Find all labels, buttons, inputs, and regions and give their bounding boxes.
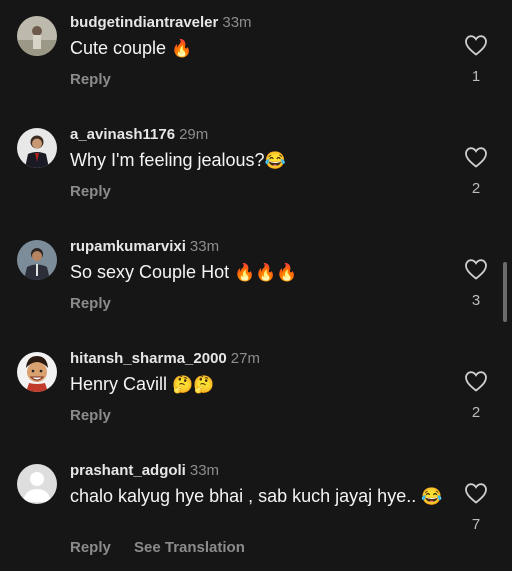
emoji: 🔥: [171, 39, 193, 58]
heart-outline-icon[interactable]: [464, 258, 488, 280]
like-count: 7: [471, 516, 481, 533]
username[interactable]: hitansh_sharma_2000 27m: [70, 350, 260, 367]
reply-button[interactable]: Reply: [70, 295, 111, 312]
timestamp: 27m: [230, 350, 260, 367]
avatar[interactable]: [17, 240, 57, 280]
comment-text: Why I'm feeling jealous?😂: [70, 150, 286, 170]
reply-button[interactable]: Reply: [70, 71, 111, 88]
comment-text: Henry Cavill 🤔🤔: [70, 374, 215, 394]
heart-outline-icon[interactable]: [464, 146, 488, 168]
reply-button[interactable]: Reply: [70, 539, 111, 556]
like-control[interactable]: 3: [462, 258, 490, 309]
avatar[interactable]: [17, 464, 57, 504]
avatar[interactable]: [17, 352, 57, 392]
reply-button[interactable]: Reply: [70, 407, 111, 424]
comment-text: chalo kalyug hye bhai , sab kuch jayaj h…: [70, 486, 443, 506]
heart-outline-icon[interactable]: [464, 370, 488, 392]
see-translation-button[interactable]: See Translation: [134, 539, 245, 556]
emoji: 🤔🤔: [172, 375, 215, 394]
emoji: 🔥🔥🔥: [234, 263, 298, 282]
username[interactable]: rupamkumarvixi 33m: [70, 238, 219, 255]
username[interactable]: budgetindiantraveler 33m: [70, 14, 252, 31]
avatar[interactable]: [17, 16, 57, 56]
like-count: 1: [471, 68, 481, 85]
comment-text: Cute couple 🔥: [70, 38, 193, 58]
username[interactable]: prashant_adgoli 33m: [70, 462, 219, 479]
like-control[interactable]: 2: [462, 370, 490, 421]
like-control[interactable]: 7: [462, 482, 490, 533]
like-count: 2: [471, 180, 481, 197]
avatar[interactable]: [17, 128, 57, 168]
timestamp: 29m: [179, 126, 209, 143]
reply-button[interactable]: Reply: [70, 183, 111, 200]
like-control[interactable]: 2: [462, 146, 490, 197]
heart-outline-icon[interactable]: [464, 34, 488, 56]
timestamp: 33m: [222, 14, 252, 31]
scrollbar[interactable]: [503, 262, 507, 322]
heart-outline-icon[interactable]: [464, 482, 488, 504]
timestamp: 33m: [189, 462, 220, 479]
comment-text: So sexy Couple Hot 🔥🔥🔥: [70, 262, 298, 282]
username[interactable]: a_avinash1176 29m: [70, 126, 208, 143]
like-count: 2: [471, 404, 481, 421]
emoji: 😂: [264, 151, 286, 170]
like-control[interactable]: 1: [462, 34, 490, 85]
emoji: 😂: [421, 487, 443, 506]
timestamp: 33m: [189, 238, 220, 255]
like-count: 3: [471, 292, 481, 309]
